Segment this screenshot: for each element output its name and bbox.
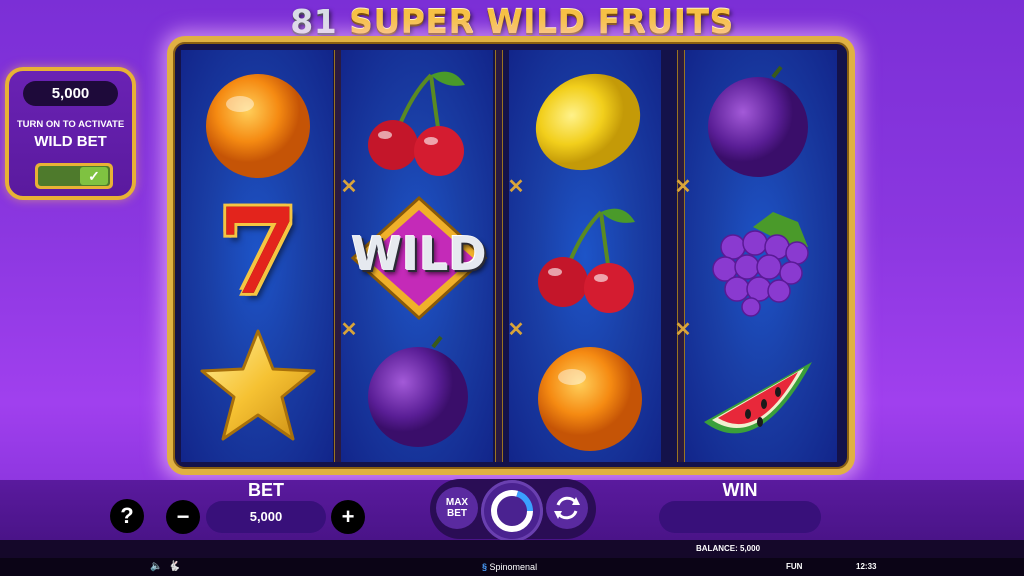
grapes-icon	[695, 202, 825, 322]
reel-divider	[677, 50, 685, 462]
star-icon	[193, 327, 323, 447]
bet-decrease-button[interactable]: −	[166, 500, 200, 534]
spin-button[interactable]	[481, 480, 543, 542]
sound-icon[interactable]: 🔈	[150, 561, 162, 572]
orange-icon	[193, 64, 323, 184]
seven-icon: 7	[193, 192, 323, 312]
spin-icon	[491, 490, 533, 532]
bet-value: 5,000	[206, 501, 326, 533]
brand-name: Spinomenal	[489, 562, 538, 572]
max-bet-label-line2: BET	[446, 508, 467, 519]
autoplay-button[interactable]	[546, 487, 588, 529]
wild-bet-toggle[interactable]: ✓	[35, 163, 113, 189]
cherry-icon	[353, 60, 483, 180]
wild-bet-amount: 5,000	[23, 81, 118, 106]
check-icon: ✓	[80, 167, 108, 185]
win-label: WIN	[722, 480, 758, 500]
wild-bet-toggle-track: ✓	[38, 166, 110, 186]
turbo-icon[interactable]: 🐇	[168, 561, 180, 572]
help-button[interactable]: ?	[110, 499, 144, 533]
orange-icon	[525, 337, 655, 457]
seven-symbol: 7	[216, 182, 300, 321]
autoplay-icon	[554, 496, 580, 520]
cherry-icon	[523, 197, 653, 317]
wild-bet-panel: 5,000 TURN ON TO ACTIVATE WILD BET ✓	[5, 67, 136, 200]
wild-icon: WILD	[349, 194, 489, 321]
line-marker-icon: ✕	[674, 319, 692, 341]
status-bar: BALANCE: 5,000	[0, 540, 1024, 558]
line-marker-icon: ✕	[507, 319, 525, 341]
reels-frame: ✕ ✕ ✕ ✕ ✕ ✕ 7 WILD	[167, 36, 855, 475]
bet-label: BET	[248, 480, 284, 500]
lemon-icon	[523, 62, 653, 182]
win-value	[659, 501, 821, 533]
max-bet-label-line1: MAX	[445, 497, 469, 508]
clock-text: 12:33	[856, 562, 877, 571]
bet-increase-button[interactable]: +	[331, 500, 365, 534]
balance-text: BALANCE: 5,000	[696, 544, 761, 553]
mode-text: FUN	[786, 562, 803, 571]
plum-icon	[693, 62, 823, 182]
brand-logo-icon: § Spinomenal	[482, 562, 538, 572]
footer-bar: 🔈 🐇 § Spinomenal FUN 12:33	[0, 558, 1024, 576]
wild-bet-title: WILD BET	[34, 133, 107, 150]
line-marker-icon: ✕	[674, 176, 692, 198]
max-bet-button[interactable]: MAX BET	[436, 487, 478, 529]
watermelon-icon	[693, 337, 823, 457]
wild-bet-subtitle: TURN ON TO ACTIVATE	[16, 119, 125, 130]
plum-icon	[353, 332, 483, 452]
wild-symbol-text: WILD	[351, 227, 487, 281]
reel-divider	[495, 50, 503, 462]
